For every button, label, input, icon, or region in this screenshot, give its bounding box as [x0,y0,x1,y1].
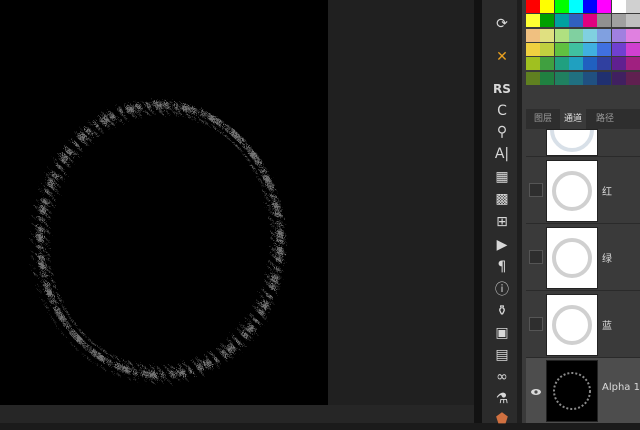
color-swatch[interactable] [540,42,555,56]
color-swatch[interactable] [526,42,540,56]
character-icon[interactable]: A| [487,143,517,165]
swatches-panel [526,0,640,86]
eye-icon[interactable] [531,382,541,395]
color-swatch[interactable] [625,14,640,28]
brush-tool-icon[interactable]: ⚲ [487,121,517,143]
color-swatch[interactable] [540,57,555,71]
color-swatch[interactable] [611,42,626,56]
color-swatch[interactable] [540,14,555,28]
color-swatch[interactable] [526,0,540,13]
tool-presets-icon[interactable]: ⬟ [487,408,517,430]
color-swatch[interactable] [611,71,626,85]
brushes-icon[interactable]: ✕ [487,46,517,68]
color-swatch[interactable] [583,28,597,42]
color-swatch[interactable] [554,0,569,13]
visibility-toggle[interactable] [529,250,543,264]
color-swatch[interactable] [611,28,626,42]
color-swatch[interactable] [526,14,540,28]
channel-label-green: 绿 [602,254,612,265]
notes-icon[interactable]: ▤ [487,344,517,366]
color-swatch[interactable] [583,0,597,13]
color-swatch[interactable] [568,14,583,28]
panel-divider [474,0,482,423]
color-swatch[interactable] [611,14,626,28]
canvas-area[interactable] [0,0,474,423]
paragraph-icon[interactable]: ¶ [487,256,517,278]
properties-icon[interactable]: ⊞ [487,211,517,233]
channel-thumbnail [546,160,598,222]
channel-row-red[interactable]: 红 [526,157,640,224]
color-swatch[interactable] [568,28,583,42]
color-swatch[interactable] [625,28,640,42]
visibility-toggle[interactable] [529,317,543,331]
visibility-toggle[interactable] [529,183,543,197]
channel-row-composite[interactable] [526,129,640,157]
swatch-tool-icon[interactable]: ▦ [487,166,517,188]
color-swatch[interactable] [540,71,555,85]
color-swatch[interactable] [597,14,612,28]
color-swatch[interactable] [526,57,540,71]
channels-panel-tabs: 图层 通道 路径 [526,109,640,129]
color-swatch[interactable] [625,57,640,71]
color-swatch[interactable] [568,0,583,13]
channel-label-alpha: Alpha 1 [602,382,640,393]
layer-comps-icon[interactable]: ▣ [487,322,517,344]
color-swatch[interactable] [568,57,583,71]
document-canvas[interactable] [0,0,328,405]
color-swatch[interactable] [625,0,640,13]
color-swatch[interactable] [597,42,612,56]
clone-source-icon[interactable]: ⚱ [487,300,517,322]
color-swatch[interactable] [583,57,597,71]
cc-libraries-icon[interactable]: ∞ [487,366,517,388]
color-swatch[interactable] [625,71,640,85]
color-swatch[interactable] [583,14,597,28]
channel-thumbnail [546,227,598,289]
channel-row-alpha[interactable]: Alpha 1 [526,358,640,423]
color-swatch[interactable] [554,42,569,56]
color-swatch[interactable] [611,57,626,71]
pattern-icon[interactable]: ▩ [487,188,517,210]
color-swatch[interactable] [597,28,612,42]
channel-row-blue[interactable]: 蓝 [526,291,640,358]
color-swatch[interactable] [568,42,583,56]
tab-layers[interactable]: 图层 [530,109,556,129]
color-swatch[interactable] [597,71,612,85]
info-icon[interactable]: ⓘ [487,278,517,300]
color-swatch[interactable] [568,71,583,85]
color-swatch[interactable] [583,71,597,85]
plugin-rs-icon[interactable]: RS [487,78,517,100]
measurement-icon[interactable]: ⚗ [487,388,517,410]
channel-label-blue: 蓝 [602,321,612,332]
channel-thumbnail [546,294,598,356]
color-swatch[interactable] [625,42,640,56]
color-swatch[interactable] [597,0,612,13]
color-swatch[interactable] [583,42,597,56]
horizontal-scrollbar[interactable] [0,405,474,423]
color-swatch[interactable] [526,71,540,85]
history-icon[interactable]: ⟳ [487,13,517,35]
color-swatch[interactable] [526,28,540,42]
color-swatch[interactable] [611,0,626,13]
actions-play-icon[interactable]: ▶ [487,234,517,256]
tab-channels[interactable]: 通道 [560,109,587,129]
channel-label-red: 红 [602,187,612,198]
channel-thumbnail [546,129,598,156]
color-swatch[interactable] [597,57,612,71]
color-swatch[interactable] [540,0,555,13]
color-swatch[interactable] [554,57,569,71]
channel-thumbnail [546,360,598,422]
channel-row-green[interactable]: 绿 [526,224,640,291]
color-swatch[interactable] [554,71,569,85]
color-swatch[interactable] [554,28,569,42]
color-swatch[interactable] [540,28,555,42]
color-swatch[interactable] [554,14,569,28]
water-splash-ring-image [31,101,285,383]
plugin-c-icon[interactable]: C [487,100,517,122]
tab-paths[interactable]: 路径 [592,109,618,129]
